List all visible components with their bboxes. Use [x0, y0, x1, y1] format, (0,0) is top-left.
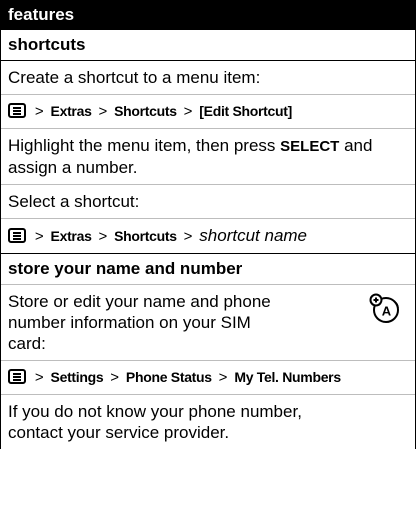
- separator: >: [98, 228, 108, 245]
- path-extras: Extras: [50, 228, 92, 244]
- path-edit-shortcut: [Edit Shortcut]: [199, 103, 293, 119]
- note-line-1: If you do not know your phone number,: [8, 402, 302, 421]
- separator: >: [183, 103, 193, 120]
- separator: >: [34, 228, 44, 245]
- separator: >: [110, 369, 120, 386]
- menu-path-tel-numbers: > Settings > Phone Status > My Tel. Numb…: [1, 361, 415, 395]
- path-shortcuts: Shortcuts: [114, 103, 177, 119]
- store-note: If you do not know your phone number, co…: [1, 395, 415, 449]
- feature-table: features shortcuts Create a shortcut to …: [0, 0, 416, 449]
- separator: >: [34, 369, 44, 386]
- menu-path-shortcut-name: > Extras > Shortcuts > shortcut name: [1, 219, 415, 254]
- menu-key-icon: [8, 103, 26, 118]
- select-shortcut-label: Select a shortcut:: [8, 192, 140, 211]
- separator: >: [218, 369, 228, 386]
- highlight-instructions: Highlight the menu item, then press SELE…: [1, 129, 415, 185]
- store-line-2: number information on your SIM: [8, 313, 251, 332]
- select-key-label: SELECT: [280, 138, 340, 155]
- path-shortcuts: Shortcuts: [114, 228, 177, 244]
- separator: >: [34, 103, 44, 120]
- path-my-tel-numbers: My Tel. Numbers: [234, 369, 341, 385]
- path-phone-status: Phone Status: [125, 369, 212, 385]
- svg-text:A: A: [382, 304, 392, 319]
- store-description: Store or edit your name and phone number…: [1, 285, 415, 361]
- separator: >: [98, 103, 108, 120]
- section-title-store: store your name and number: [1, 254, 415, 285]
- highlight-text-a: Highlight the menu item, then press: [8, 136, 281, 155]
- create-shortcut-text: Create a shortcut to a menu item:: [1, 61, 415, 95]
- path-shortcut-name: shortcut name: [199, 226, 308, 245]
- path-settings: Settings: [50, 369, 104, 385]
- store-line-1: Store or edit your name and phone: [8, 292, 271, 311]
- create-shortcut-label: Create a shortcut to a menu item:: [8, 68, 261, 87]
- menu-path-edit-shortcut: > Extras > Shortcuts > [Edit Shortcut]: [1, 95, 415, 129]
- store-line-3: card:: [8, 334, 46, 353]
- path-extras: Extras: [50, 103, 92, 119]
- sim-card-icon: A: [369, 293, 399, 323]
- separator: >: [183, 228, 193, 245]
- note-line-2: contact your service provider.: [8, 423, 230, 442]
- menu-key-icon: [8, 228, 26, 243]
- menu-key-icon: [8, 369, 26, 384]
- select-shortcut-text: Select a shortcut:: [1, 185, 415, 219]
- section-store-name: store your name and number Store or edit…: [1, 254, 415, 449]
- table-header: features: [1, 0, 415, 30]
- section-title-shortcuts: shortcuts: [1, 30, 415, 61]
